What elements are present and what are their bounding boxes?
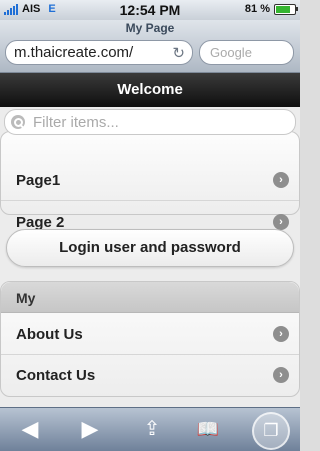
url-field[interactable]: m.thaicreate.com/ ↻ — [5, 40, 193, 65]
search-icon — [11, 115, 25, 129]
browser-toolbar: ◀ ▶ ⇪ 📖 ❐ — [0, 407, 300, 451]
status-bar-right: 81 % — [244, 3, 298, 15]
battery-icon — [274, 3, 298, 15]
list-item-label: Contact Us — [16, 367, 96, 384]
page-content: Page1 › Page 2 › Filter items... Login u… — [0, 107, 300, 407]
list-item-page1[interactable]: Page1 › — [1, 160, 299, 201]
chevron-right-icon: › — [273, 172, 289, 188]
list-item-contact-us[interactable]: Contact Us › — [1, 355, 299, 396]
share-icon[interactable]: ⇪ — [138, 416, 166, 442]
header-title: Welcome — [117, 81, 183, 98]
header-bar: Welcome — [0, 73, 300, 107]
status-bar: AIS E 12:54 PM 81 % — [0, 0, 300, 20]
list-item-label: About Us — [16, 326, 83, 343]
list-divider: My — [1, 282, 299, 313]
my-list: My About Us › Contact Us › — [0, 281, 300, 397]
page-title: My Page — [125, 21, 175, 35]
url-text: m.thaicreate.com/ — [14, 44, 134, 61]
filter-input[interactable]: Filter items... — [4, 109, 296, 135]
filter-placeholder: Filter items... — [33, 114, 119, 131]
reload-icon[interactable]: ↻ — [172, 44, 185, 62]
page-list: Page1 › Page 2 › — [0, 131, 300, 231]
pages-icon[interactable]: ❐ — [252, 412, 290, 450]
search-field[interactable]: Google — [199, 40, 294, 65]
chevron-right-icon: › — [273, 367, 289, 383]
chevron-right-icon: › — [273, 214, 289, 230]
forward-icon[interactable]: ▶ — [77, 416, 103, 442]
divider-label: My — [16, 290, 36, 306]
list-item-about-us[interactable]: About Us › — [1, 314, 299, 355]
chevron-right-icon: › — [273, 326, 289, 342]
browser-chrome: My Page m.thaicreate.com/ ↻ Google — [0, 20, 300, 73]
battery-percent: 81 % — [244, 3, 270, 15]
login-button[interactable]: Login user and password — [6, 229, 294, 267]
list-item-label: Page1 — [16, 172, 61, 189]
back-icon[interactable]: ◀ — [17, 416, 43, 442]
bookmarks-icon[interactable]: 📖 — [193, 416, 223, 442]
search-placeholder: Google — [210, 45, 252, 60]
